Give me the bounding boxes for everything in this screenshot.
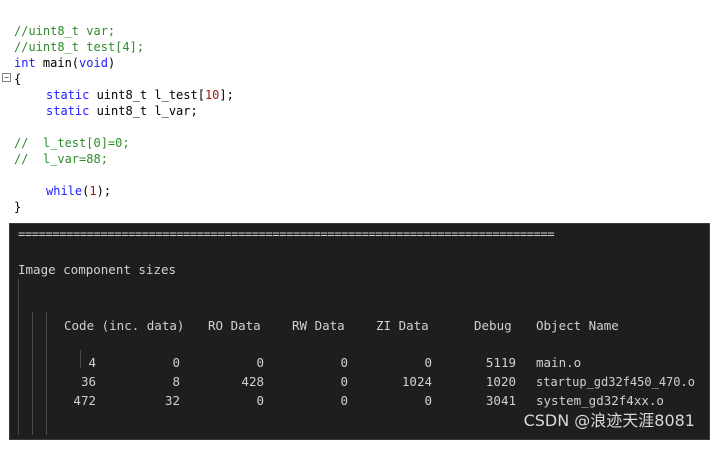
code-text: main( (35, 56, 80, 70)
cell-inc-data: 32 (164, 393, 180, 408)
code-line-1: //uint8_t var; (14, 24, 116, 38)
code-line-8: // l_var=88; (14, 152, 108, 166)
keyword-static: static (46, 104, 90, 118)
cell-ro: 428 (241, 374, 264, 389)
code-line-4: { (14, 72, 22, 86)
column-header-rw: RW Data (292, 318, 345, 333)
code-line-3: int main(void) (14, 55, 115, 71)
column-header-debug: Debug (474, 318, 512, 333)
indent-guide (46, 312, 47, 435)
cell-debug: 1020 (485, 374, 516, 389)
column-header-object: Object Name (536, 318, 619, 333)
separator-line: ========================================… (18, 227, 555, 241)
cell-inc-data: 0 (172, 355, 180, 370)
cell-zi: 0 (424, 393, 432, 408)
cell-zi: 1024 (401, 374, 432, 389)
cell-object-name: startup_gd32f450_470.o (536, 375, 695, 389)
code-text: uint8_t l_var; (89, 104, 198, 118)
cell-object-name: main.o (536, 355, 582, 370)
number-literal: 1 (89, 184, 97, 198)
keyword-void: void (79, 56, 108, 70)
keyword-while: while (46, 184, 83, 198)
code-text: ); (96, 184, 112, 198)
code-line-5: static uint8_t l_test[10]; (46, 87, 234, 103)
indent-guide (32, 312, 33, 435)
keyword-int: int (14, 56, 36, 70)
column-header-zi: ZI Data (376, 318, 429, 333)
column-header-code: Code (inc. data) (64, 318, 185, 333)
cell-rw: 0 (340, 355, 348, 370)
code-line-7: // l_test[0]=0; (14, 136, 130, 150)
code-text: ]; (219, 88, 234, 102)
cell-code: 4 (88, 355, 96, 370)
fold-toggle-icon[interactable]: − (2, 73, 11, 82)
code-line-10: } (14, 200, 22, 214)
code-line-9: while(1); (46, 183, 111, 199)
cell-code: 36 (80, 374, 96, 389)
cell-zi: 0 (424, 355, 432, 370)
code-text: ) (107, 56, 116, 70)
cell-ro: 0 (256, 355, 264, 370)
number-literal: 10 (204, 88, 220, 102)
cell-rw: 0 (340, 393, 348, 408)
code-editor[interactable]: − //uint8_t var; //uint8_t test[4]; int … (0, 0, 714, 220)
section-title: Image component sizes (18, 262, 177, 277)
cell-ro: 0 (256, 393, 264, 408)
column-header-ro: RO Data (208, 318, 261, 333)
keyword-static: static (46, 88, 90, 102)
cell-code: 472 (73, 393, 96, 408)
indent-guide (18, 279, 19, 435)
cell-debug: 3041 (485, 393, 516, 408)
code-text: uint8_t l_test[ (89, 88, 205, 102)
cell-debug: 5119 (485, 355, 516, 370)
cell-rw: 0 (340, 374, 348, 389)
build-output-panel[interactable]: ========================================… (9, 223, 710, 440)
csdn-watermark: CSDN @浪迹天涯8081 (523, 411, 695, 430)
code-line-2: //uint8_t test[4]; (14, 40, 145, 54)
code-line-6: static uint8_t l_var; (46, 103, 198, 119)
cell-inc-data: 8 (172, 374, 180, 389)
